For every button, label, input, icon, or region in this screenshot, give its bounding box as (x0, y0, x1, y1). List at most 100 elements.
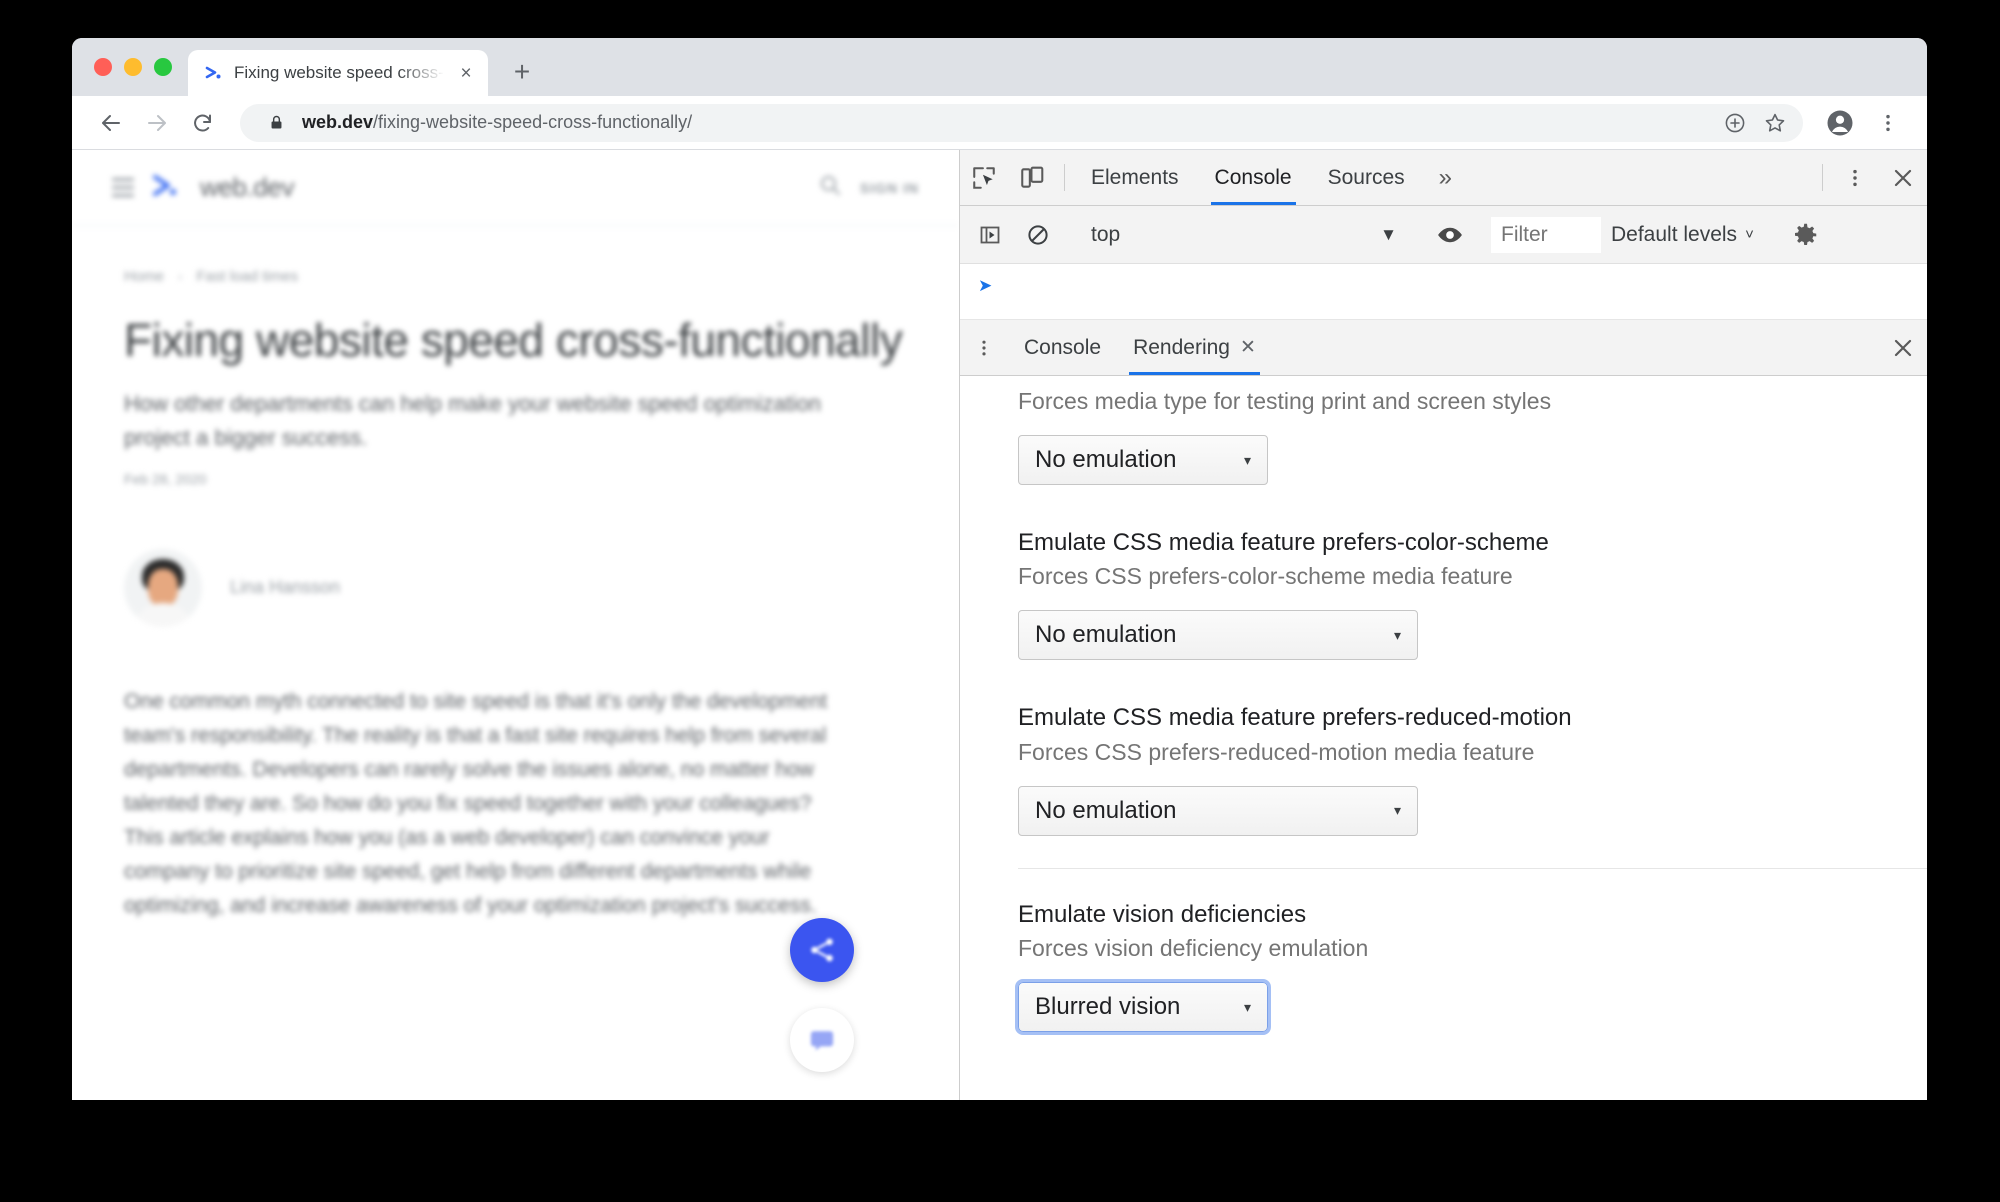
kebab-menu-icon[interactable] (1867, 102, 1909, 144)
drawer-tab-rendering-label: Rendering (1133, 335, 1230, 359)
rendering-prefers-color-scheme-value: No emulation (1035, 621, 1177, 649)
browser-tabstrip: Fixing website speed cross-fun × + (72, 38, 1927, 96)
clear-console-icon[interactable] (1014, 223, 1062, 247)
rendering-prefers-reduced-motion-value: No emulation (1035, 796, 1177, 824)
star-icon[interactable] (1761, 109, 1789, 137)
rendering-prefers-reduced-motion-select[interactable]: No emulation ▾ (1018, 785, 1418, 836)
hamburger-menu-icon[interactable] (112, 178, 134, 197)
devtools-panel: Elements Console Sources » top ▼ Filter … (959, 150, 1927, 1100)
webpage-content: web.dev SIGN IN Home › Fast load times F… (72, 150, 959, 1100)
url-path: /fixing-website-speed-cross-functionally… (373, 112, 693, 132)
tab-elements[interactable]: Elements (1073, 150, 1197, 205)
breadcrumb-current[interactable]: Fast load times (196, 268, 298, 285)
console-context-selector[interactable]: top ▼ (1079, 223, 1409, 247)
rendering-prefers-color-scheme-select[interactable]: No emulation ▾ (1018, 610, 1418, 661)
article-subtitle: How other departments can help make your… (124, 390, 822, 450)
more-tabs-button[interactable]: » (1423, 150, 1468, 205)
tab-console[interactable]: Console (1197, 150, 1310, 205)
rendering-prefers-reduced-motion-title: Emulate CSS media feature prefers-reduce… (1018, 704, 1572, 732)
toolbar-divider-right (1822, 164, 1823, 191)
share-icon[interactable] (790, 918, 854, 982)
rendering-vision-deficiencies-description: Forces vision deficiency emulation (1018, 935, 1369, 962)
device-toolbar-icon[interactable] (1008, 150, 1056, 205)
console-log-levels-selector[interactable]: Default levels ˅ (1601, 223, 1764, 247)
close-window-button[interactable] (94, 58, 112, 76)
drawer-kebab-menu-icon[interactable] (960, 320, 1008, 375)
address-bar[interactable]: web.dev/fixing-website-speed-cross-funct… (240, 103, 1803, 142)
drawer-tab-console[interactable]: Console (1008, 320, 1117, 375)
inspect-element-icon[interactable] (960, 150, 1008, 205)
webdev-logo-icon (152, 173, 182, 203)
settings-gear-icon[interactable] (1781, 220, 1829, 250)
breadcrumb-home[interactable]: Home (124, 268, 164, 285)
minimize-window-button[interactable] (124, 58, 142, 76)
drawer-tab-console-label: Console (1024, 335, 1102, 359)
window-traffic-lights (86, 38, 188, 96)
address-bar-url: web.dev/fixing-website-speed-cross-funct… (302, 112, 1709, 133)
feedback-icon[interactable] (790, 1008, 854, 1072)
search-input[interactable] (1491, 216, 1601, 253)
live-expression-eye-icon[interactable] (1426, 221, 1474, 249)
chevron-down-icon: ▼ (1380, 224, 1397, 244)
console-output-area: ➤ (960, 264, 1927, 320)
rendering-section-media-type: Forces media type for testing print and … (1018, 376, 1927, 511)
reload-button[interactable] (182, 102, 224, 144)
browser-window: Fixing website speed cross-fun × + (72, 38, 1927, 1100)
rendering-vision-deficiencies-select[interactable]: Blurred vision ▾ (1015, 979, 1271, 1036)
devtools-kebab-menu-icon[interactable] (1831, 150, 1879, 205)
rendering-prefers-color-scheme-title: Emulate CSS media feature prefers-color-… (1018, 529, 1549, 557)
drawer-tabbar: Console Rendering ✕ (960, 320, 1927, 376)
profile-avatar-icon[interactable] (1819, 102, 1861, 144)
chevron-down-icon: ˅ (1745, 226, 1754, 243)
console-toolbar: top ▼ Default levels ˅ (960, 206, 1927, 264)
browser-tab-title: Fixing website speed cross-fun (234, 63, 444, 82)
forward-button[interactable] (136, 102, 178, 144)
avatar (124, 548, 202, 627)
rendering-media-type-select[interactable]: No emulation ▾ (1018, 435, 1268, 486)
browser-viewport: web.dev SIGN IN Home › Fast load times F… (72, 150, 1927, 1100)
author-name: Lina Hansson (230, 577, 341, 598)
console-prompt-caret-icon: ➤ (978, 275, 993, 295)
rendering-panel: Forces media type for testing print and … (960, 376, 1927, 1100)
rendering-vision-deficiencies-value: Blurred vision (1035, 993, 1181, 1021)
rendering-section-prefers-color-scheme: Emulate CSS media feature prefers-color-… (1018, 511, 1927, 686)
back-button[interactable] (90, 102, 132, 144)
breadcrumb-separator: › (178, 269, 183, 284)
chevron-down-icon: ▾ (1393, 626, 1401, 643)
browser-toolbar: web.dev/fixing-website-speed-cross-funct… (72, 96, 1927, 150)
tab-sources[interactable]: Sources (1310, 150, 1423, 205)
drawer-tabbar-spacer (1272, 320, 1879, 375)
devtools-tabbar: Elements Console Sources » (960, 150, 1927, 206)
article-date: Feb 28, 2020 (124, 470, 207, 487)
toolbar-divider (1064, 164, 1065, 191)
site-logo-text: web.dev (200, 172, 295, 202)
chevron-down-icon: ▾ (1243, 998, 1251, 1015)
new-tab-button[interactable]: + (500, 50, 544, 94)
tabbar-spacer (1468, 150, 1814, 205)
toolbar-right-actions (1819, 102, 1909, 144)
webdev-logo-icon (204, 63, 224, 83)
close-rendering-tab-icon[interactable]: ✕ (1240, 336, 1256, 359)
search-icon[interactable] (818, 173, 842, 202)
close-devtools-icon[interactable] (1879, 150, 1927, 205)
chevron-down-icon: ▾ (1393, 802, 1401, 819)
rendering-section-vision-deficiencies: Emulate vision deficiencies Forces visio… (1015, 867, 1927, 1058)
breadcrumb: Home › Fast load times (124, 268, 907, 285)
drawer-tab-rendering[interactable]: Rendering ✕ (1117, 320, 1272, 375)
console-sidebar-icon[interactable] (966, 223, 1014, 247)
rendering-media-type-value: No emulation (1035, 446, 1177, 474)
close-tab-button[interactable]: × (454, 61, 478, 85)
install-app-icon[interactable] (1721, 109, 1749, 137)
site-header: web.dev SIGN IN (72, 150, 959, 226)
url-domain: web.dev (302, 112, 374, 132)
maximize-window-button[interactable] (154, 58, 172, 76)
sign-in-button[interactable]: SIGN IN (860, 180, 919, 196)
rendering-section-prefers-reduced-motion: Emulate CSS media feature prefers-reduce… (1018, 686, 1927, 861)
page-title: Fixing website speed cross-functionally (124, 314, 903, 366)
article: Home › Fast load times Fixing website sp… (72, 226, 959, 923)
console-context-value: top (1091, 222, 1121, 246)
browser-tab[interactable]: Fixing website speed cross-fun × (188, 50, 488, 96)
close-drawer-icon[interactable] (1879, 320, 1927, 375)
rendering-media-type-description: Forces media type for testing print and … (1018, 388, 1552, 414)
rendering-vision-deficiencies-title: Emulate vision deficiencies (1018, 900, 1307, 928)
